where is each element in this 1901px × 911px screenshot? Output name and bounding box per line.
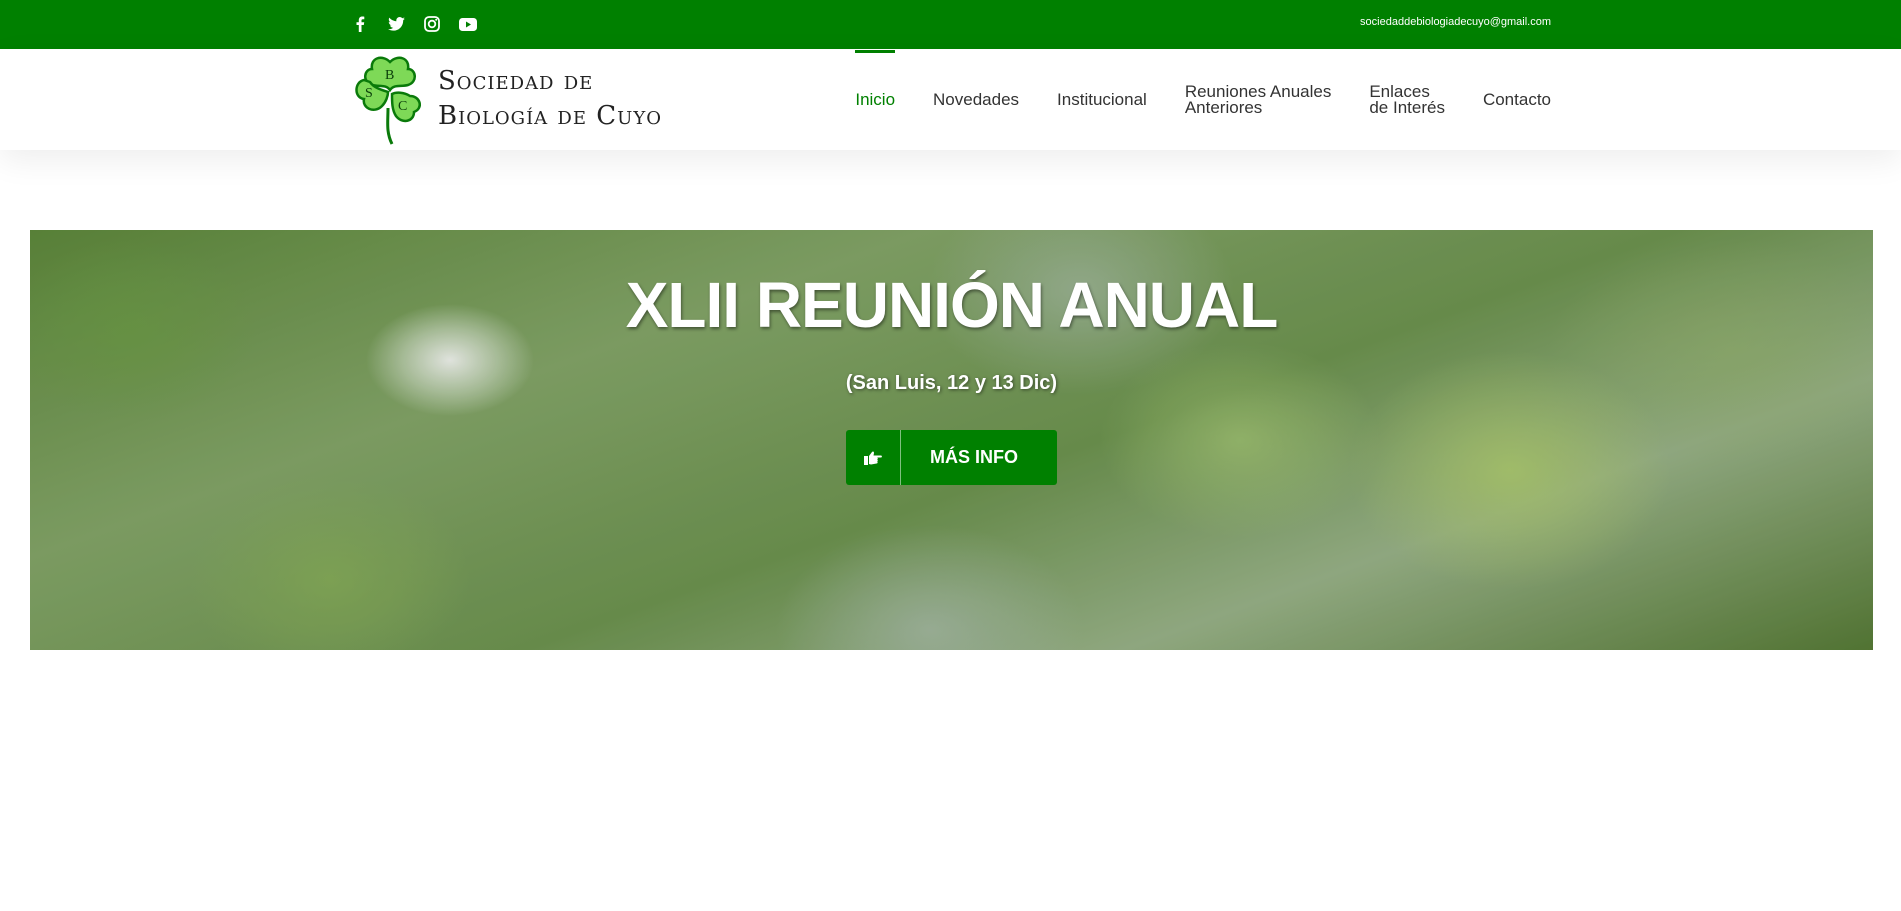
top-bar: sociedaddebiologiadecuyo@gmail.com xyxy=(0,0,1901,49)
nav-item-institucional[interactable]: Institucional xyxy=(1057,89,1147,109)
nav-label: Novedades xyxy=(933,89,1020,109)
nav-label: Inicio xyxy=(855,89,896,109)
nav-item-enlaces[interactable]: Enlaces de Interés xyxy=(1369,83,1445,117)
hero-title: XLII REUNIÓN ANUAL xyxy=(625,269,1279,341)
svg-text:B: B xyxy=(385,68,394,83)
nav-label-line-2: Anteriores xyxy=(1184,97,1263,117)
svg-text:S: S xyxy=(365,86,373,101)
nav-label: Institucional xyxy=(1057,89,1147,109)
nav-item-inicio[interactable]: Inicio xyxy=(855,49,896,109)
mas-info-button[interactable]: MÁS INFO xyxy=(846,430,1057,485)
site-name-line-2: Biología de Cuyo xyxy=(438,101,662,131)
hero-banner: XLII REUNIÓN ANUAL (San Luis, 12 y 13 Di… xyxy=(30,230,1873,650)
contact-email[interactable]: sociedaddebiologiadecuyo@gmail.com xyxy=(1360,16,1551,28)
youtube-icon[interactable] xyxy=(459,14,477,34)
social-links xyxy=(351,14,477,34)
svg-text:C: C xyxy=(398,99,407,114)
site-name-line-1: Sociedad de xyxy=(438,66,594,96)
site-logo[interactable]: B S C Sociedad de Biología de Cuyo xyxy=(352,51,712,147)
twitter-icon[interactable] xyxy=(387,14,405,34)
hand-pointing-right-icon xyxy=(846,430,901,485)
nav-item-novedades[interactable]: Novedades xyxy=(933,89,1020,109)
instagram-icon[interactable] xyxy=(423,14,441,34)
nav-item-reuniones-anuales[interactable]: Reuniones Anuales Anteriores xyxy=(1184,83,1332,117)
clover-logo-icon: B S C xyxy=(355,56,422,145)
nav-item-contacto[interactable]: Contacto xyxy=(1482,89,1551,109)
nav-label: Contacto xyxy=(1482,89,1551,109)
nav-label-line-2: de Interés xyxy=(1369,97,1445,117)
site-header: B S C Sociedad de Biología de Cuyo Inici… xyxy=(0,49,1901,150)
facebook-icon[interactable] xyxy=(351,14,369,34)
main-nav: Inicio Novedades Institucional Reuniones… xyxy=(855,49,1551,150)
hero-subtitle: (San Luis, 12 y 13 Dic) xyxy=(845,372,1058,394)
mas-info-label: MÁS INFO xyxy=(930,447,1018,467)
site-name: Sociedad de Biología de Cuyo xyxy=(438,64,662,134)
